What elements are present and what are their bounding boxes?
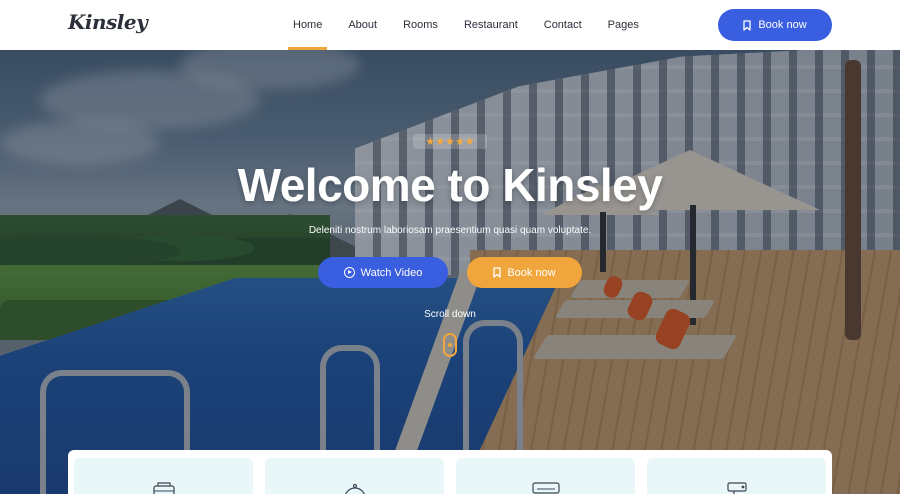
main-nav: Home About Rooms Restaurant Contact Page… [280, 0, 652, 50]
mouse-scroll-icon[interactable] [443, 333, 457, 357]
concierge-bell-icon [152, 482, 175, 494]
nav-item-restaurant[interactable]: Restaurant [451, 0, 531, 50]
navbar: Kinsley Home About Rooms Restaurant Cont… [0, 0, 900, 50]
security-camera-icon [726, 482, 747, 494]
hero-book-now-button[interactable]: Book now [467, 257, 582, 288]
hero-book-now-label: Book now [507, 266, 556, 279]
feature-card[interactable] [647, 458, 826, 494]
brand-logo[interactable]: Kinsley [68, 10, 148, 34]
nav-item-rooms[interactable]: Rooms [390, 0, 451, 50]
hero-title: Welcome to Kinsley [237, 159, 663, 211]
air-conditioner-icon [531, 482, 560, 494]
nav-item-about[interactable]: About [335, 0, 390, 50]
watch-video-button[interactable]: Watch Video [318, 257, 448, 288]
rating-stars: ★★★★★ [413, 134, 487, 149]
feature-card[interactable] [74, 458, 253, 494]
scroll-down-label: Scroll down [424, 309, 476, 320]
feature-card[interactable] [456, 458, 635, 494]
dish-cloche-icon [344, 483, 365, 494]
nav-book-now-button[interactable]: Book now [718, 9, 832, 41]
nav-item-contact[interactable]: Contact [531, 0, 595, 50]
play-circle-icon [343, 267, 355, 278]
feature-cards [68, 450, 832, 494]
hero-subtitle: Deleniti nostrum laboriosam praesentium … [308, 225, 592, 236]
watch-video-label: Watch Video [360, 266, 423, 279]
nav-item-pages[interactable]: Pages [595, 0, 652, 50]
bookmark-icon [493, 267, 501, 278]
nav-item-home[interactable]: Home [280, 0, 335, 50]
bookmark-icon [743, 19, 751, 31]
feature-card[interactable] [265, 458, 444, 494]
nav-book-now-label: Book now [758, 19, 807, 31]
hero-content: ★★★★★ Welcome to Kinsley Deleniti nostru… [0, 0, 900, 494]
